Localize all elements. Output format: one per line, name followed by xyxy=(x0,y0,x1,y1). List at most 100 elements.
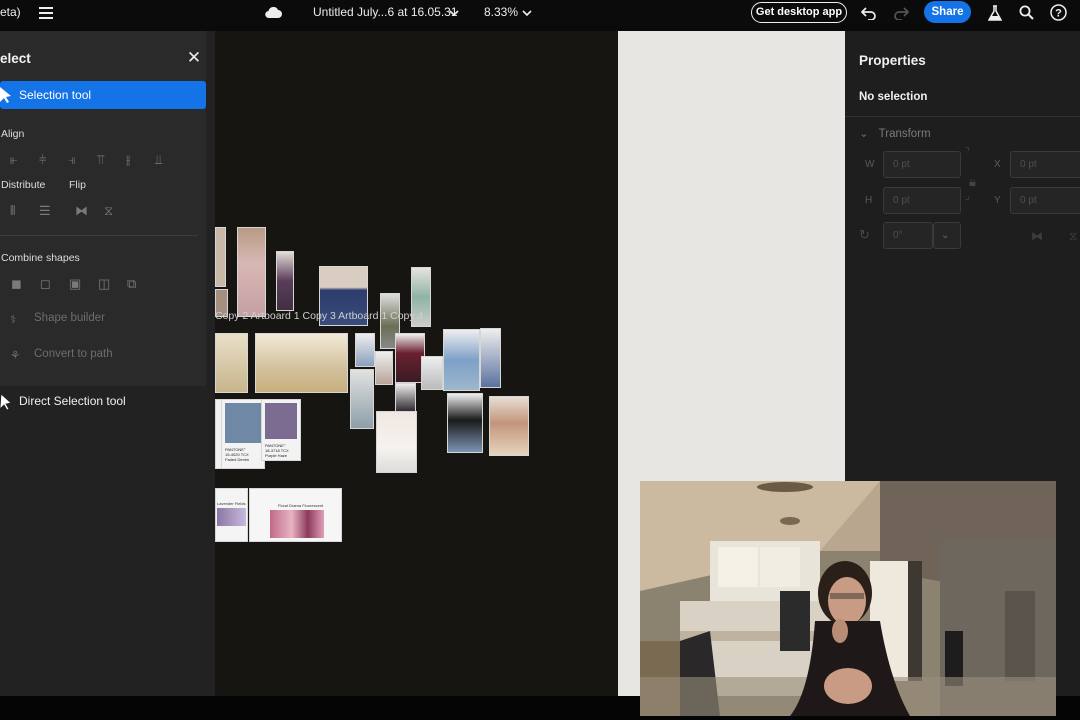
convert-to-path-label: Convert to path xyxy=(34,348,113,360)
chevron-down-icon[interactable] xyxy=(444,3,463,22)
app-name-fragment: eta) xyxy=(0,5,21,19)
rotation-field[interactable]: 0° xyxy=(883,222,933,249)
document-title[interactable]: Untitled July...6 at 16.05.31 xyxy=(313,0,458,25)
constrain-proportions-icon[interactable]: 🔒︎ xyxy=(969,174,976,190)
share-button[interactable]: Share xyxy=(924,1,971,23)
help-icon[interactable]: ? xyxy=(1049,3,1068,22)
distribute-horizontal-icon[interactable]: ⫴ xyxy=(10,203,39,219)
pantone-card-label: PANTONE° 15-4020 TCX Faded Denim xyxy=(225,447,250,462)
get-desktop-app-button[interactable]: Get desktop app xyxy=(751,2,847,23)
panel-title: elect xyxy=(0,51,31,66)
align-left-icon[interactable]: ⫦ xyxy=(10,152,39,168)
distribute-label: Distribute xyxy=(1,179,46,191)
pantone-card[interactable]: PANTONE° 18-3718 TCX Purple Haze xyxy=(261,399,301,461)
flip-horizontal-icon[interactable]: ⧓ xyxy=(1031,229,1043,243)
flip-horizontal-icon[interactable]: ⧓ xyxy=(75,203,104,219)
intersect-icon[interactable]: ▣ xyxy=(69,276,98,292)
artboard-thumbnail[interactable] xyxy=(255,333,348,393)
direct-selection-arrow-icon xyxy=(0,394,12,410)
unite-icon[interactable]: ◼ xyxy=(11,276,40,292)
artboard-thumbnail[interactable] xyxy=(350,369,374,429)
artboard-labels: Copy 2 Artboard 1 Copy 3 Artboard 1 Copy… xyxy=(215,310,424,322)
selection-tool-label: Selection tool xyxy=(19,88,92,102)
transform-label: Transform xyxy=(878,128,931,140)
x-field[interactable]: 0 pt xyxy=(1010,151,1080,178)
distribute-vertical-icon[interactable]: ☰ xyxy=(39,203,75,219)
rotation-dropdown-chevron-icon[interactable]: ⌄ xyxy=(933,222,961,249)
moodboard-label: Floral Drama Fluorescent xyxy=(278,503,324,508)
pantone-card[interactable]: PANTONE° 15-4020 TCX Faded Denim xyxy=(221,399,265,469)
moodboard-artboard[interactable]: Floral Drama Fluorescent xyxy=(249,488,342,542)
artboard-thumbnail[interactable] xyxy=(376,411,417,473)
height-field[interactable]: 0 pt xyxy=(883,187,961,214)
link-bracket-bottom: ⌟ xyxy=(965,191,970,202)
close-icon[interactable]: ✕ xyxy=(185,49,203,67)
moodboard-image xyxy=(270,510,324,538)
cloud-icon xyxy=(264,3,283,22)
top-bar: eta) Untitled July...6 at 16.05.31 8.33%… xyxy=(0,0,1080,25)
artboard-thumbnail[interactable] xyxy=(447,393,483,453)
search-icon[interactable] xyxy=(1017,3,1036,22)
artboard-thumbnail[interactable] xyxy=(489,396,529,456)
artboard-thumbnail[interactable] xyxy=(480,328,501,388)
svg-text:?: ? xyxy=(1055,8,1062,20)
link-bracket-top: ⌝ xyxy=(965,147,970,158)
chevron-down-icon: ⌄ xyxy=(859,128,869,140)
webcam-video-feed xyxy=(640,481,1056,716)
hamburger-menu-icon[interactable] xyxy=(36,3,55,22)
width-field[interactable]: 0 pt xyxy=(883,151,961,178)
y-label: Y xyxy=(994,195,1001,206)
canvas[interactable]: Copy 2 Artboard 1 Copy 3 Artboard 1 Copy… xyxy=(215,31,618,696)
align-top-icon[interactable]: ⫪ xyxy=(97,152,126,168)
properties-divider xyxy=(845,116,1080,117)
select-tool-panel: elect ✕ Selection tool Align ⫦ ⫩ ⫣ ⫪ ⫲ ⫫… xyxy=(0,31,215,696)
artboard-thumbnail[interactable] xyxy=(215,333,248,393)
align-right-icon[interactable]: ⫣ xyxy=(68,152,97,168)
no-selection-label: No selection xyxy=(859,91,928,103)
selection-tool-item[interactable]: Selection tool xyxy=(0,81,206,109)
undo-icon[interactable] xyxy=(859,3,878,22)
artboard-thumbnail[interactable] xyxy=(421,356,443,390)
y-field[interactable]: 0 pt xyxy=(1010,187,1080,214)
zoom-chevron-down-icon[interactable] xyxy=(517,3,536,22)
align-bottom-icon[interactable]: ⫫ xyxy=(155,152,184,168)
moodboard-image xyxy=(217,508,246,526)
moodboard-label: Lavender Fields xyxy=(217,501,246,506)
flip-vertical-icon[interactable]: ⧖ xyxy=(1069,229,1077,244)
artboard-thumbnail[interactable] xyxy=(375,351,393,385)
selection-arrow-icon xyxy=(0,87,11,103)
pantone-card-label: PANTONE° 18-3718 TCX Purple Haze xyxy=(265,443,289,458)
x-label: X xyxy=(994,159,1001,170)
align-center-horizontal-icon[interactable]: ⫩ xyxy=(39,152,68,168)
exclude-icon[interactable]: ◫ xyxy=(98,276,127,292)
flip-vertical-icon[interactable]: ⧖ xyxy=(104,203,133,219)
pantone-swatch-faded-denim xyxy=(225,403,261,443)
width-label: W xyxy=(865,159,875,170)
artboard-thumbnail[interactable] xyxy=(237,227,266,317)
artboard-thumbnail[interactable] xyxy=(215,227,226,287)
align-center-vertical-icon[interactable]: ⫲ xyxy=(126,152,155,168)
flip-label: Flip xyxy=(69,179,86,191)
pantone-swatch-purple-haze xyxy=(265,403,297,439)
align-icons: ⫦ ⫩ ⫣ ⫪ ⫲ ⫫ xyxy=(10,152,184,168)
redo-icon[interactable] xyxy=(891,3,910,22)
shape-builder-item[interactable]: ⚕ Shape builder xyxy=(10,312,105,326)
convert-to-path-item[interactable]: ⚘ Convert to path xyxy=(10,348,113,362)
flask-icon[interactable] xyxy=(985,3,1004,22)
shape-builder-icon: ⚕ xyxy=(10,314,17,326)
artboard-thumbnail[interactable] xyxy=(443,329,480,391)
moodboard-artboard[interactable]: Lavender Fields xyxy=(215,488,248,542)
divide-icon[interactable]: ⧉ xyxy=(127,276,156,292)
combine-icons: ◼ ◻ ▣ ◫ ⧉ xyxy=(11,276,156,292)
zoom-level[interactable]: 8.33% xyxy=(484,0,518,25)
artboard-thumbnail[interactable] xyxy=(395,383,416,413)
artboard-thumbnail[interactable] xyxy=(276,251,294,311)
rotate-icon: ↻ xyxy=(859,227,870,242)
align-label: Align xyxy=(1,128,25,140)
transform-section-header[interactable]: ⌄ Transform xyxy=(859,126,931,140)
subtract-icon[interactable]: ◻ xyxy=(40,276,69,292)
shape-builder-label: Shape builder xyxy=(34,312,105,324)
artboard-thumbnail[interactable] xyxy=(355,333,375,367)
webcam-overlay xyxy=(640,481,1056,716)
height-label: H xyxy=(865,195,873,206)
